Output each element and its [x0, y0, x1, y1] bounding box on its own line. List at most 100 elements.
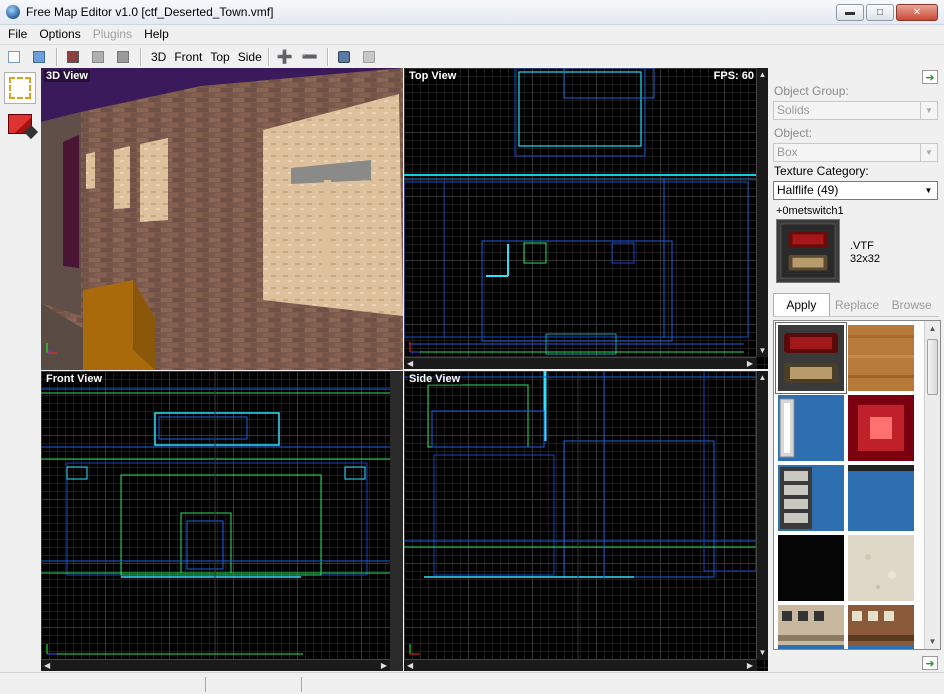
texture-thumb-black[interactable]	[778, 535, 844, 601]
texture-format: .VTF	[850, 240, 874, 252]
scroll-right-icon: ▶	[746, 359, 753, 368]
close-button[interactable]: ✕	[896, 4, 938, 21]
flat-mode-button[interactable]	[113, 48, 133, 66]
texture-thumb-vent[interactable]	[778, 465, 844, 531]
minimize-icon: ▬	[845, 7, 855, 18]
selected-texture-preview	[776, 219, 840, 283]
view-front-button[interactable]: Front	[170, 48, 206, 66]
viewport-splitter[interactable]	[390, 371, 403, 671]
texture-thumb-red-light[interactable]	[848, 395, 914, 461]
scroll-right-icon: ▶	[746, 661, 753, 670]
menu-help[interactable]: Help	[138, 25, 175, 43]
3d-scene	[41, 68, 403, 370]
texture-thumb-plaster[interactable]	[848, 535, 914, 601]
texture-thumb-light-tube[interactable]	[778, 395, 844, 461]
texture-browser: ▲ ▼	[773, 320, 941, 650]
front-view-hscroll[interactable]: ◀ ▶	[41, 659, 390, 671]
viewport-label-3d: 3D View	[44, 70, 90, 82]
texture-category-select[interactable]: Halflife (49) ▼	[773, 181, 938, 200]
select-tool-button[interactable]	[4, 72, 36, 104]
zoom-in-icon: ➕	[276, 48, 293, 64]
texture-brush-icon	[8, 114, 32, 134]
side-view-vscroll[interactable]: ▲ ▼	[756, 371, 768, 659]
wireframe-mode-button[interactable]	[88, 48, 108, 66]
top-view-hscroll[interactable]: ◀ ▶	[404, 357, 756, 369]
chevron-down-icon: ▼	[924, 186, 933, 195]
menu-bar: File Options Plugins Help	[0, 25, 944, 43]
axis-gizmo-icon	[409, 342, 420, 353]
toolbar-separator	[267, 47, 269, 66]
object-label: Object:	[774, 126, 813, 140]
open-map-button[interactable]	[29, 48, 49, 66]
collapse-panel-button[interactable]: ➜	[922, 70, 938, 84]
grid-icon	[362, 50, 375, 63]
grid-button[interactable]	[359, 48, 379, 66]
new-map-button[interactable]	[4, 48, 24, 66]
texture-thumb-building-b[interactable]	[848, 605, 914, 650]
scroll-left-icon: ◀	[44, 661, 51, 670]
maximize-button[interactable]: □	[866, 4, 894, 21]
object-group-value: Solids	[777, 103, 810, 117]
scroll-right-icon: ▶	[380, 661, 387, 670]
scroll-up-icon[interactable]: ▲	[925, 321, 940, 336]
arrow-right-icon: ➜	[925, 71, 935, 84]
texture-thumb-building-a[interactable]	[778, 605, 844, 650]
toolbar: 3D Front Top Side ➕ ➖	[0, 44, 944, 68]
top-view-vscroll[interactable]: ▲ ▼	[756, 68, 768, 357]
minimize-button[interactable]: ▬	[836, 4, 864, 21]
scroll-down-icon[interactable]: ▼	[925, 634, 940, 649]
view-3d-button[interactable]: 3D	[147, 48, 170, 66]
camera-icon	[337, 50, 350, 63]
object-value: Box	[777, 145, 798, 159]
selection-box-icon	[9, 77, 31, 99]
viewport-label-side: Side View	[407, 373, 463, 385]
scroll-up-icon: ▲	[758, 373, 767, 382]
texture-thumb-switch[interactable]	[776, 323, 846, 393]
zoom-out-button[interactable]: ➖	[300, 48, 320, 66]
selected-texture-name: +0metswitch1	[776, 205, 844, 217]
next-page-button[interactable]: ➜	[922, 656, 938, 670]
browse-button[interactable]: Browse	[884, 293, 939, 316]
camera-button[interactable]	[334, 48, 354, 66]
side-view-hscroll[interactable]: ◀ ▶	[404, 659, 756, 671]
texture-tool-button[interactable]	[4, 108, 36, 140]
viewport-side[interactable]: Side View ◀ ▶ ▲ ▼	[404, 371, 768, 671]
object-select[interactable]: Box ▼	[773, 143, 938, 162]
texture-thumb-wood[interactable]	[848, 325, 914, 391]
zoom-in-button[interactable]: ➕	[275, 48, 295, 66]
texture-category-label: Texture Category:	[774, 164, 869, 178]
globe-icon	[6, 5, 20, 19]
replace-button[interactable]: Replace	[830, 293, 885, 316]
toolbar-separator	[56, 47, 57, 66]
tool-strip	[0, 68, 40, 668]
viewport-label-front: Front View	[44, 373, 105, 385]
texture-mode-button[interactable]	[63, 48, 83, 66]
menu-plugins[interactable]: Plugins	[87, 25, 138, 43]
status-bar	[0, 672, 944, 694]
scroll-left-icon: ◀	[407, 359, 414, 368]
menu-file[interactable]: File	[2, 25, 33, 43]
top-view-brushes	[404, 68, 756, 355]
axis-gizmo-icon	[46, 644, 57, 655]
view-side-button[interactable]: Side	[234, 48, 266, 66]
object-group-label: Object Group:	[774, 84, 849, 98]
viewport-label-top: Top View	[407, 70, 459, 82]
new-icon	[8, 50, 20, 63]
menu-options[interactable]: Options	[33, 25, 86, 43]
scroll-up-icon: ▲	[758, 70, 767, 79]
viewport-front[interactable]: Front View ◀ ▶	[41, 371, 390, 671]
fps-counter: FPS: 60	[713, 70, 754, 82]
scrollbar-thumb[interactable]	[927, 339, 938, 395]
texture-browser-scrollbar[interactable]: ▲ ▼	[924, 321, 940, 649]
flat-icon	[117, 50, 129, 63]
viewport-3d[interactable]: 3D View	[41, 68, 403, 370]
chevron-down-icon: ▼	[920, 144, 937, 161]
texture-thumb-blue[interactable]	[848, 465, 914, 531]
chevron-down-icon: ▼	[920, 102, 937, 119]
scroll-left-icon: ◀	[407, 661, 414, 670]
apply-button[interactable]: Apply	[773, 293, 830, 316]
view-top-button[interactable]: Top	[206, 48, 233, 66]
side-view-brushes	[404, 371, 756, 659]
object-group-select[interactable]: Solids ▼	[773, 101, 938, 120]
viewport-top[interactable]: Top View FPS: 60 ◀ ▶ ▲ ▼	[404, 68, 768, 369]
